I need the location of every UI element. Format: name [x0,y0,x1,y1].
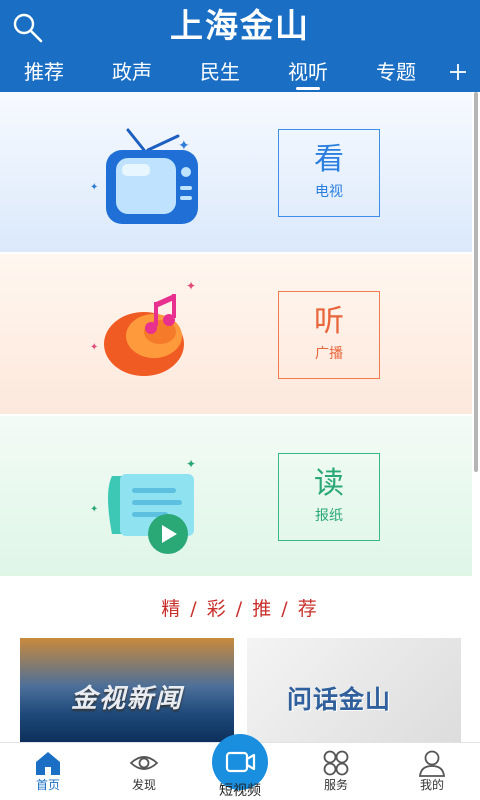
eye-icon [129,756,159,770]
app-title: 上海金山 [170,6,310,45]
listen-radio-label-box: 听 广播 [278,291,380,379]
tv-icon: ✦ ✦ [90,128,198,224]
promo-card-news[interactable]: 金视新闻 [20,638,234,742]
newspaper-label: 报纸 [315,508,343,524]
nav-discover[interactable]: 发现 [96,743,192,800]
listen-radio-card[interactable]: ✦ ✦ 听 广播 [0,254,472,414]
radio-speaker-icon: ✦ ✦ [90,279,196,376]
svg-text:✦: ✦ [90,504,98,515]
promo-news-title: 金视新闻 [70,684,183,714]
short-video-label: 短视频 [219,783,261,799]
add-channel-button[interactable] [444,56,472,88]
nav-home[interactable]: 首页 [0,743,96,800]
newspaper-play-icon: ✦ ✦ [90,457,196,554]
scrollbar[interactable] [474,92,478,472]
svg-text:✦: ✦ [186,279,196,293]
home-icon [36,752,60,775]
svg-text:✦: ✦ [186,457,196,471]
channel-tabs: 推荐 政声 民生 视听 专题 [0,54,440,92]
top-bar: 上海金山 推荐 政声 民生 视听 专题 [0,0,480,92]
watch-tv-card[interactable]: ✦ ✦ 看 电视 [0,92,472,252]
listen-label: 听 [314,304,344,339]
watch-tv-label-box: 看 电视 [278,129,380,217]
recommended-section-title: 精 / 彩 / 推 / 荐 [161,598,319,620]
read-label: 读 [314,466,344,501]
tv-label: 电视 [315,184,343,200]
read-newspaper-label-box: 读 报纸 [278,453,380,541]
svg-text:✦: ✦ [90,342,98,353]
nav-services[interactable]: 服务 [288,743,384,800]
grid-icon [323,750,349,776]
tab-audiovisual[interactable]: 视听 [264,54,352,92]
tab-politics[interactable]: 政声 [88,54,176,92]
tab-livelihood[interactable]: 民生 [176,54,264,92]
plus-icon [450,64,466,80]
nav-discover-label: 发现 [131,778,156,792]
tab-recommend[interactable]: 推荐 [0,54,88,92]
promo-talk-title: 问话金山 [287,685,392,714]
promo-card-talk[interactable]: 问话金山 [247,638,461,742]
tab-topics[interactable]: 专题 [352,54,440,92]
nav-profile[interactable]: 我的 [384,743,480,800]
read-newspaper-card[interactable]: ✦ ✦ 读 报纸 [0,416,472,576]
content-area[interactable]: ✦ ✦ 看 电视 ✦ ✦ 听 广播 ✦ ✦ 读 报纸 精 / 彩 / 推 / 荐… [0,92,480,742]
watch-label: 看 [314,142,344,177]
nav-profile-label: 我的 [419,778,444,792]
nav-services-label: 服务 [323,778,348,792]
svg-text:✦: ✦ [90,182,98,193]
nav-home-label: 首页 [35,778,60,792]
radio-label: 广播 [315,346,343,362]
user-icon [419,750,445,777]
